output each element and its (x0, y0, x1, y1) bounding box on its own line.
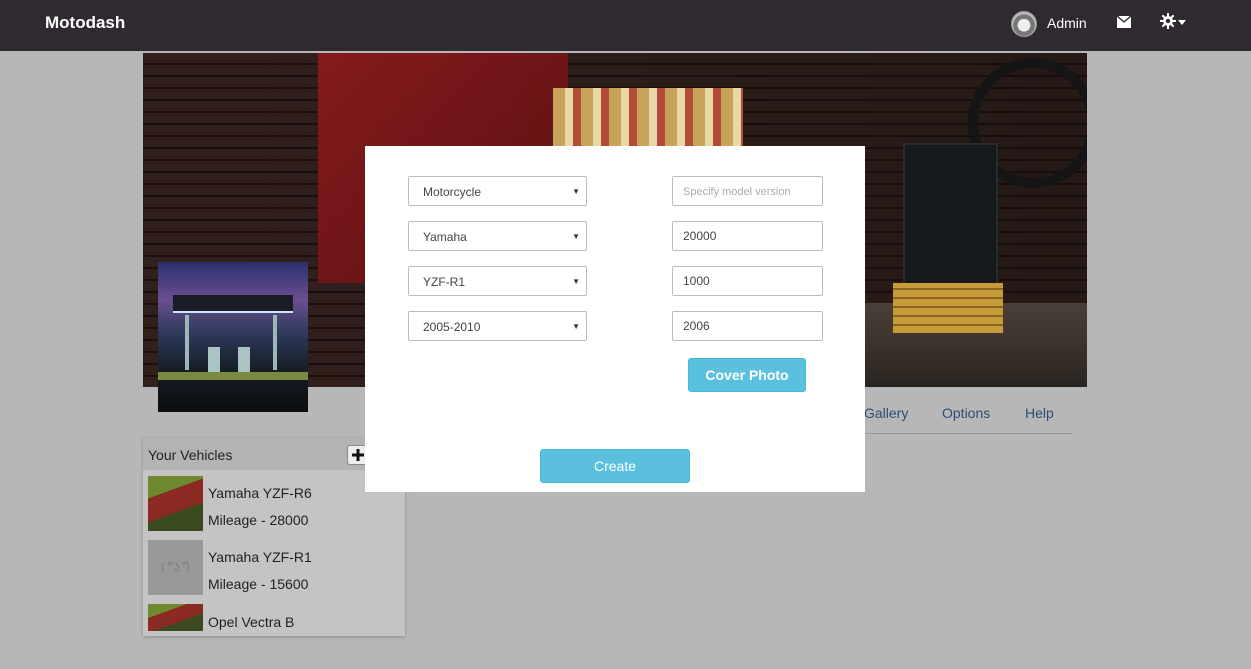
brand-logo[interactable]: Motodash (45, 13, 125, 33)
create-button[interactable]: Create (540, 449, 690, 483)
vehicle-make-value: Yamaha (423, 230, 467, 244)
gas-station-ground (158, 372, 308, 380)
vehicle-list-item[interactable]: ( ͡° ͜ʖ ͡°) Yamaha YZF-R1 Mileage - 1560… (143, 540, 405, 596)
vehicle-years-select[interactable]: 2005-2010 ▼ (408, 311, 587, 341)
gear-icon[interactable] (1160, 13, 1176, 29)
vehicle-type-value: Motorcycle (423, 185, 482, 199)
tab-help[interactable]: Help (1025, 405, 1054, 421)
vehicle-type-select[interactable]: Motorcycle ▼ (408, 176, 587, 206)
vehicle-field-2-input[interactable] (672, 221, 823, 251)
cover-speaker (903, 143, 998, 293)
tabs-divider (855, 433, 1073, 434)
dropdown-arrow-icon: ▼ (572, 187, 580, 196)
vehicle-name: Opel Vectra B (208, 614, 295, 630)
vehicle-make-select[interactable]: Yamaha ▼ (408, 221, 587, 251)
caret-down-icon[interactable] (1178, 20, 1186, 25)
tab-gallery[interactable]: Gallery (864, 405, 908, 421)
gas-station-pillar (185, 315, 189, 370)
vehicle-list-item[interactable]: Opel Vectra B (143, 604, 405, 636)
vehicle-model-value: YZF-R1 (423, 275, 465, 289)
top-navbar: Motodash Admin (0, 0, 1251, 51)
cover-photo-button[interactable]: Cover Photo (688, 358, 806, 392)
gas-pump (208, 347, 220, 372)
vehicle-thumbnail (148, 476, 203, 531)
vehicle-name: Yamaha YZF-R1 (208, 549, 312, 565)
cover-boards (893, 283, 1003, 333)
vehicle-field-3-input[interactable] (672, 266, 823, 296)
dropdown-arrow-icon: ▼ (572, 322, 580, 331)
vehicles-title: Your Vehicles (148, 447, 233, 463)
vehicle-year-input[interactable] (672, 311, 823, 341)
vehicle-thumbnail (148, 604, 203, 631)
vehicle-mileage: Mileage - 15600 (208, 576, 309, 592)
gas-station-pillar (273, 315, 277, 370)
user-name-link[interactable]: Admin (1047, 15, 1087, 31)
model-version-input[interactable] (672, 176, 823, 206)
mail-icon[interactable] (1117, 16, 1131, 28)
create-vehicle-modal: Motorcycle ▼ Yamaha ▼ YZF-R1 ▼ 2005-2010… (365, 146, 865, 492)
vehicle-name: Yamaha YZF-R6 (208, 485, 312, 501)
gas-station-roof (173, 295, 293, 313)
profile-photo[interactable] (158, 262, 308, 412)
gas-pump (238, 347, 250, 372)
tab-options[interactable]: Options (942, 405, 990, 421)
vehicle-mileage: Mileage - 28000 (208, 512, 309, 528)
dropdown-arrow-icon: ▼ (572, 277, 580, 286)
cover-shelf (553, 88, 743, 148)
vehicle-thumbnail-placeholder: ( ͡° ͜ʖ ͡°) (148, 540, 203, 595)
vehicle-model-select[interactable]: YZF-R1 ▼ (408, 266, 587, 296)
vehicle-years-value: 2005-2010 (423, 320, 481, 334)
dropdown-arrow-icon: ▼ (572, 232, 580, 241)
avatar[interactable] (1011, 11, 1037, 37)
